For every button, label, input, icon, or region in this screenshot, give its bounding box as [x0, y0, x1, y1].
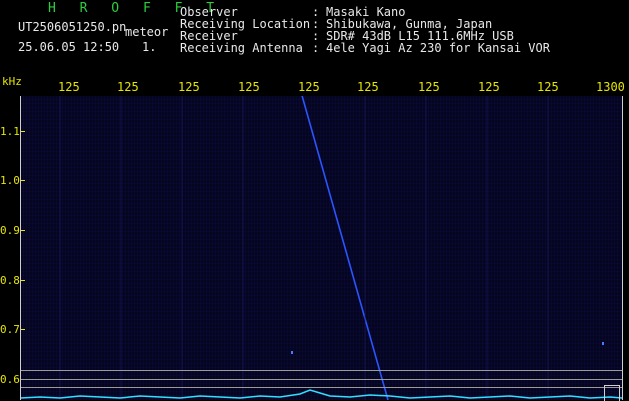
filename-label: UT2506051250.pn: [18, 20, 127, 34]
meteor-trace: [301, 96, 389, 400]
noise-streaks: [59, 96, 549, 400]
y-tick-label: 0.8: [0, 274, 20, 287]
antenna-sep: :: [312, 41, 320, 55]
datetime-label: 25.06.05 12:50: [18, 40, 120, 54]
noise-floor-trace: [20, 389, 622, 399]
signal-blip: [291, 351, 293, 354]
plot-left-border: [20, 96, 21, 400]
index-label: 1.: [142, 40, 157, 54]
y-tick-label: 0.6: [0, 373, 20, 386]
signal-blip: [602, 342, 604, 345]
y-tick-label: 1.1: [0, 125, 20, 138]
reference-line: [20, 387, 622, 388]
y-tick-label: 0.9: [0, 224, 20, 237]
x-tick-label: 125: [537, 80, 559, 94]
y-unit-label: kHz: [2, 75, 22, 88]
antenna-label: Receiving Antenna: [180, 41, 303, 55]
x-tick-label: 125: [117, 80, 139, 94]
reference-line: [20, 370, 622, 371]
reference-line: [20, 379, 622, 380]
plot-right-border: [622, 96, 623, 400]
x-tick-label: 125: [298, 80, 320, 94]
x-tick-label: 125: [357, 80, 379, 94]
x-tick-label: 125: [478, 80, 500, 94]
mode-label: meteor: [125, 25, 169, 39]
spectrogram-plot: [20, 96, 622, 400]
x-tick-label: 125: [58, 80, 80, 94]
y-tick-label: 0.7: [0, 323, 20, 336]
spectrogram-svg: [20, 96, 622, 400]
x-tick-label: 125: [238, 80, 260, 94]
antenna-value: 4ele Yagi Az 230 for Kansai VOR: [326, 41, 550, 55]
corner-marker: [604, 385, 620, 401]
x-tick-label: 1300: [596, 80, 625, 94]
y-tick-label: 1.0: [0, 174, 20, 187]
x-tick-label: 125: [418, 80, 440, 94]
x-tick-label: 125: [178, 80, 200, 94]
